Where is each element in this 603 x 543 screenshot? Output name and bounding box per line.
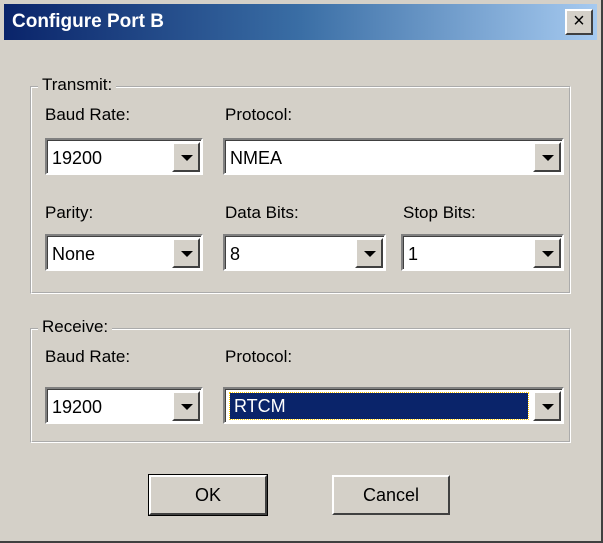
receive-protocol-value: RTCM — [229, 392, 529, 420]
close-icon: × — [573, 10, 585, 32]
receive-protocol-select[interactable]: RTCM — [223, 387, 564, 424]
transmit-stopbits-label: Stop Bits: — [403, 203, 476, 222]
transmit-legend: Transmit: — [38, 75, 117, 95]
chevron-down-icon[interactable] — [533, 142, 561, 172]
transmit-stopbits-select[interactable]: 1 — [401, 234, 564, 271]
transmit-protocol-label: Protocol: — [225, 105, 293, 124]
receive-legend: Receive: — [38, 317, 113, 337]
close-button[interactable]: × — [565, 9, 593, 35]
window-title: Configure Port B — [12, 11, 164, 32]
receive-baud-select[interactable]: 19200 — [45, 387, 203, 424]
configure-port-dialog: Configure Port B × Transmit: Baud Rate: … — [0, 0, 603, 543]
receive-baud-value: 19200 — [52, 397, 103, 417]
transmit-protocol-value: NMEA — [230, 148, 283, 168]
receive-baud-label: Baud Rate: — [45, 347, 131, 366]
transmit-protocol-select[interactable]: NMEA — [223, 138, 564, 175]
transmit-databits-value: 8 — [230, 244, 241, 264]
transmit-databits-label: Data Bits: — [225, 203, 299, 222]
title-bar[interactable]: Configure Port B × — [4, 4, 597, 40]
chevron-down-icon[interactable] — [172, 238, 200, 268]
transmit-parity-value: None — [52, 244, 96, 264]
chevron-down-icon[interactable] — [533, 238, 561, 268]
transmit-baud-select[interactable]: 19200 — [45, 138, 203, 175]
transmit-baud-label: Baud Rate: — [45, 105, 131, 124]
transmit-parity-select[interactable]: None — [45, 234, 203, 271]
transmit-stopbits-value: 1 — [408, 244, 419, 264]
cancel-button[interactable]: Cancel — [332, 475, 450, 515]
chevron-down-icon[interactable] — [172, 391, 200, 421]
chevron-down-icon[interactable] — [355, 238, 383, 268]
transmit-databits-select[interactable]: 8 — [223, 234, 386, 271]
chevron-down-icon[interactable] — [172, 142, 200, 172]
chevron-down-icon[interactable] — [533, 391, 561, 421]
receive-protocol-label: Protocol: — [225, 347, 293, 366]
transmit-baud-value: 19200 — [52, 148, 103, 168]
transmit-parity-label: Parity: — [45, 203, 94, 222]
ok-button[interactable]: OK — [148, 474, 268, 516]
receive-group: Receive: — [30, 317, 571, 443]
